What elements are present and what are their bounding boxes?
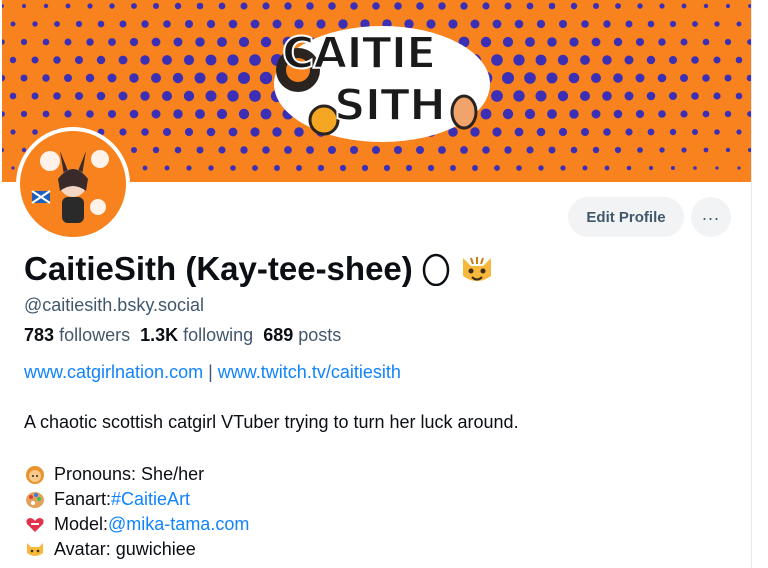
followers-label: followers (59, 325, 131, 345)
logo-line-2: SITH (333, 79, 447, 132)
cat-face-emoji-icon (462, 257, 491, 281)
profile-stats: 783 followers 1.3K following 689 posts (24, 325, 341, 346)
egg-emoji-icon (422, 253, 450, 286)
posts-count: 689 (263, 325, 294, 345)
detail-fanart: Fanart: #CaitieArt (24, 487, 249, 512)
avatar-image (20, 131, 126, 237)
palette-emoji-icon (24, 489, 46, 511)
detail-model: Model: @mika-tama.com (24, 512, 249, 537)
detail-pronouns-text: Pronouns: She/her (54, 464, 205, 484)
bio-details: Pronouns: She/her Fanart: #CaitieArt Mod… (24, 462, 249, 562)
posts-label: posts (298, 325, 342, 345)
more-options-button[interactable]: ... (691, 197, 731, 237)
banner-logo: CAITIE SITH (264, 22, 494, 147)
link-separator: | (208, 362, 213, 382)
following-label: following (183, 325, 254, 345)
avatar[interactable] (16, 127, 130, 241)
fanart-hashtag-link[interactable]: #CaitieArt (111, 489, 190, 510)
display-name: CaitieSith (Kay-tee-shee) (24, 250, 413, 287)
twitch-link[interactable]: www.twitch.tv/caitiesith (218, 362, 401, 382)
heart-emoji-icon (24, 514, 46, 536)
display-name-row: CaitieSith (Kay-tee-shee) (24, 250, 495, 288)
cat-emoji-icon (24, 539, 46, 561)
bio-text: A chaotic scottish catgirl VTuber trying… (24, 412, 519, 432)
profile-links: www.catgirlnation.com | www.twitch.tv/ca… (24, 362, 401, 383)
detail-avatar: Avatar: guwichiee (24, 537, 249, 562)
model-mention-link[interactable]: @mika-tama.com (108, 514, 249, 535)
detail-pronouns: Pronouns: She/her (24, 462, 249, 487)
handle: @caitiesith.bsky.social (24, 295, 204, 315)
following-link[interactable]: 1.3K following (140, 325, 253, 345)
woman-emoji-icon (24, 464, 46, 486)
more-dots-icon: ... (701, 204, 720, 224)
following-count: 1.3K (140, 325, 179, 345)
followers-count: 783 (24, 325, 55, 345)
logo-line-1: CAITIE (281, 27, 437, 80)
profile-page: CAITIE SITH Edit Profile ... CaitieSith … (2, 0, 752, 568)
website-link[interactable]: www.catgirlnation.com (24, 362, 203, 382)
detail-model-label: Model: (54, 514, 109, 534)
followers-link[interactable]: 783 followers (24, 325, 130, 345)
edit-profile-button[interactable]: Edit Profile (568, 197, 684, 237)
detail-fanart-label: Fanart: (54, 489, 112, 509)
detail-avatar-text: Avatar: guwichiee (54, 539, 196, 559)
